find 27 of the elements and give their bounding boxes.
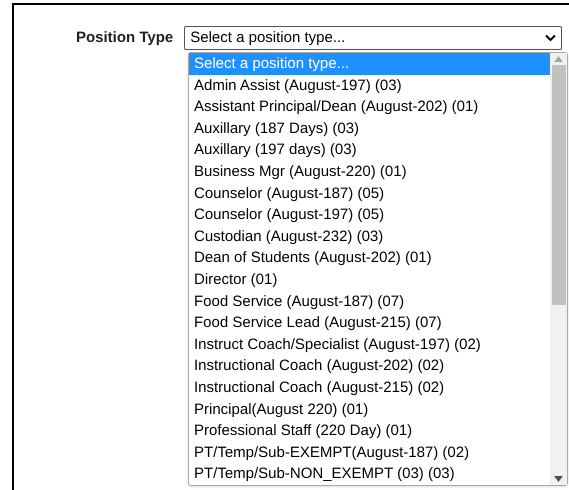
field-label: Position Type [76, 28, 174, 48]
dropdown-option[interactable]: PT/Temp/Sub-NON_EXEMPT (03) (03) [189, 463, 550, 485]
dropdown-option[interactable]: Admin Assist (August-197) (03) [189, 74, 550, 96]
dropdown-option[interactable]: Food Service Lead (August-215) (07) [189, 312, 550, 334]
dropdown-option[interactable]: Auxillary (187 Days) (03) [189, 118, 550, 140]
scroll-down-icon[interactable] [554, 476, 563, 482]
dropdown-option[interactable]: Auxillary (197 days) (03) [189, 139, 550, 161]
dropdown-option[interactable]: Counselor (August-187) (05) [189, 182, 550, 204]
dropdown-option[interactable]: Dean of Students (August-202) (01) [189, 247, 550, 269]
dropdown-option[interactable]: Assistant Principal/Dean (August-202) (01) [189, 96, 550, 118]
position-type-select[interactable]: Select a position type... [184, 26, 562, 50]
scroll-up-icon[interactable] [554, 56, 563, 62]
scrollbar-thumb[interactable] [552, 65, 566, 305]
dropdown-option[interactable]: Business Mgr (August-220) (01) [189, 160, 550, 183]
dropdown-option[interactable]: Instruct Coach/Specialist (August-197) (02) [189, 334, 550, 356]
dropdown-option[interactable]: Professional Staff (220 Day) (01) [189, 420, 550, 442]
dropdown-option[interactable]: Counselor (August-197) (05) [189, 204, 550, 226]
dropdown-option[interactable]: Director (01) [189, 268, 550, 291]
dropdown-option[interactable]: PT/Temp/Sub-EXEMPT(August-187) (02) [189, 442, 550, 464]
dropdown-option[interactable]: Custodian (August-232) (03) [189, 226, 550, 248]
dropdown-option[interactable]: Instructional Coach (August-215) (02) [189, 376, 550, 398]
scrollbar[interactable] [550, 53, 567, 485]
dropdown-option[interactable]: Food Service (August-187) (07) [189, 290, 550, 312]
dropdown-option[interactable]: Principal(August 220) (01) [189, 398, 550, 420]
select-value: Select a position type... [190, 28, 346, 48]
dropdown-option[interactable]: Instructional Coach (August-202) (02) [189, 355, 550, 377]
chevron-down-icon [545, 34, 556, 42]
